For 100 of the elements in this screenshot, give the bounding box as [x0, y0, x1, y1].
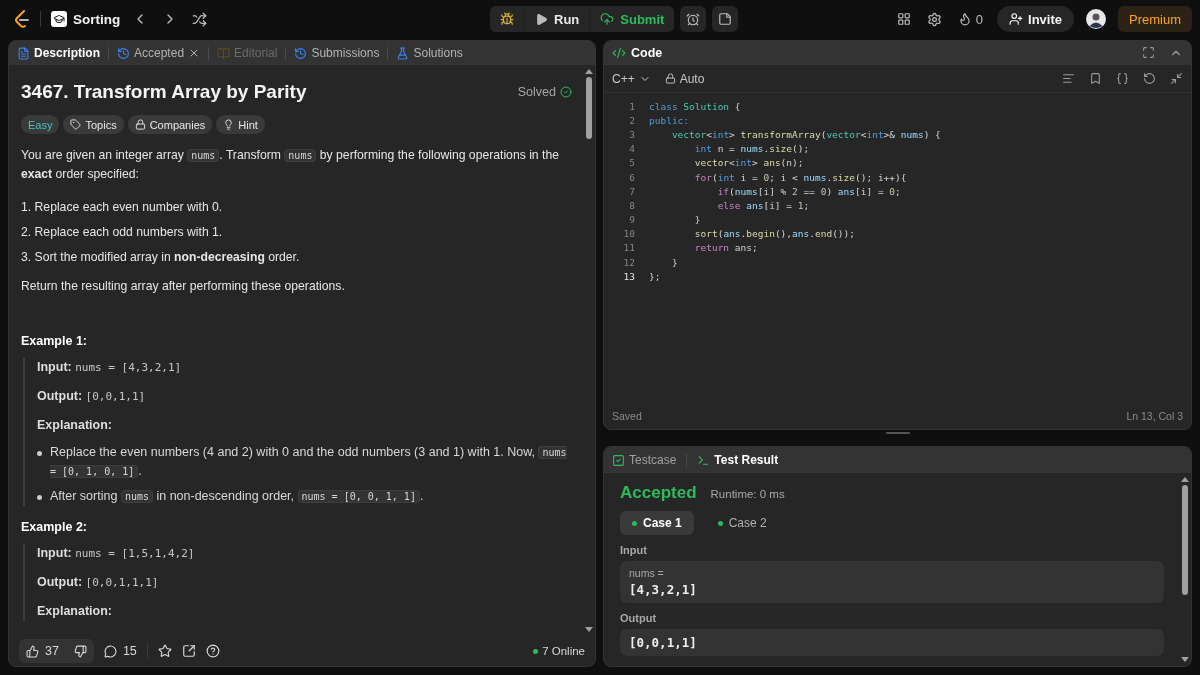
input-label: Input [620, 544, 648, 556]
output-value: [0,0,1,1] [629, 635, 698, 650]
premium-button[interactable]: Premium [1118, 6, 1192, 32]
example-title: Example 2: [21, 520, 88, 534]
note-button[interactable] [712, 6, 739, 32]
line-number: 8 [628, 199, 635, 211]
braces-icon[interactable] [1116, 72, 1129, 85]
line-number: 5 [628, 157, 635, 169]
scrollbar[interactable] [584, 69, 593, 632]
case-tab[interactable]: Case 1 [620, 511, 694, 535]
output-label: Output [620, 612, 658, 624]
thumbs-up-icon [26, 644, 39, 658]
auto-mode[interactable]: Auto [664, 71, 705, 86]
reset-icon[interactable] [1143, 72, 1156, 85]
scrollbar[interactable] [1180, 477, 1189, 662]
avatar-icon[interactable] [1086, 9, 1106, 29]
tag-button[interactable]: Companies [127, 115, 213, 134]
lightbulb-icon [223, 119, 235, 130]
example-output-text: Output: [0,0,1,1,1] [37, 574, 160, 591]
line-number: 11 [622, 242, 635, 254]
code-line: } [670, 256, 678, 268]
bullet-dot [37, 451, 42, 456]
tag-button[interactable]: Topics [63, 115, 124, 134]
help-button[interactable] [205, 644, 220, 658]
code-line: else ans[i] = 1; [716, 199, 810, 211]
save-status: Saved [612, 410, 642, 422]
thumbs-down-icon [73, 644, 87, 658]
step-text: 3. Sort the modified array in non-decreasing order. [21, 249, 301, 266]
panel-tab[interactable]: Solutions [394, 46, 465, 60]
document-icon [17, 46, 30, 60]
line-number: 4 [628, 143, 635, 155]
book-icon [217, 46, 231, 60]
invite-button[interactable]: Invite [997, 6, 1074, 32]
code-line: vector<int> transformArray(vector<int>& nums) { [670, 128, 941, 140]
panel-tab[interactable]: Test Result [697, 453, 779, 467]
case-tab[interactable]: Case 2 [705, 511, 779, 535]
comments-button[interactable]: 15 [103, 644, 137, 658]
problem-statement: You are given an integer array nums . Transform nums by performing the following operations in the exact order specified: [21, 147, 560, 183]
panel-tab[interactable]: Accepted [115, 46, 203, 60]
step-text: 1. Replace each even number with 0. [21, 199, 224, 216]
note-icon [718, 12, 733, 26]
checkbox-icon [612, 453, 625, 467]
line-number: 6 [628, 171, 635, 183]
explanation-label: Explanation: [37, 603, 113, 620]
language-select[interactable]: C++ [612, 71, 651, 86]
code-line: class Solution { [649, 100, 741, 112]
share-button[interactable] [181, 644, 196, 658]
line-number: 13 [622, 270, 635, 282]
format-icon[interactable] [1062, 72, 1075, 85]
code-line: vector<int> ans(n); [693, 157, 804, 169]
panel-tab[interactable]: Testcase [612, 453, 677, 467]
code-line: }; [649, 270, 661, 282]
explanation-text: Replace the even numbers (4 and 2) with 0 and the odd numbers (3 and 1) with 1. Now, nums = [0, 1, 0, 1] . [50, 444, 568, 480]
code-line: if(nums[i] % 2 == 0) ans[i] = 0; [716, 185, 901, 197]
history-icon [117, 46, 130, 60]
code-icon [612, 46, 626, 60]
explanation-text: After sorting nums in non-descending order, nums = [0, 0, 1, 1] . [50, 488, 424, 505]
bullet-dot [37, 495, 42, 500]
online-count: 7 Online [533, 645, 585, 657]
problem-list-link[interactable]: Sorting [51, 11, 121, 27]
tag-button[interactable]: Hint [216, 115, 265, 134]
problem-title: 3467. Transform Array by Parity [21, 81, 307, 103]
alarm-clock-button[interactable] [680, 6, 707, 32]
input-value: [4,3,2,1] [629, 582, 698, 597]
logo-icon[interactable] [14, 10, 30, 28]
tag-icon [70, 119, 82, 130]
play-icon [535, 12, 548, 26]
solved-status: Solved [517, 85, 572, 99]
code-line: } [693, 214, 701, 226]
example-input-text: Input: nums = [1,5,1,4,2] [37, 545, 196, 562]
panel-tab[interactable]: Description [15, 46, 102, 60]
bookmark-icon[interactable] [1089, 72, 1102, 85]
code-line: return ans; [693, 242, 758, 254]
explanation-label: Explanation: [37, 417, 113, 434]
lock-icon [664, 73, 676, 84]
line-number: 7 [628, 185, 635, 197]
example-title: Example 1: [21, 334, 88, 348]
minimize-icon[interactable] [1170, 72, 1183, 85]
terminal-icon [697, 453, 711, 467]
verdict-text: Accepted [620, 483, 697, 503]
run-button[interactable]: Run [525, 6, 590, 32]
example-output-text: Output: [0,0,1,1] [37, 388, 147, 405]
debug-button[interactable] [490, 6, 524, 32]
code-line: public: [649, 114, 690, 126]
line-number: 10 [622, 228, 635, 240]
streak-button[interactable]: 0 [955, 9, 985, 29]
cloud-upload-icon [600, 12, 615, 26]
history-icon [294, 46, 308, 60]
code-line: int n = nums.size(); [693, 143, 810, 155]
flame-icon [957, 12, 972, 26]
help-icon [205, 644, 220, 658]
panel-tab[interactable]: Submissions [292, 46, 382, 60]
code-line: sort(ans.begin(),ans.end()); [693, 228, 856, 240]
difficulty-tag[interactable]: Easy [21, 115, 60, 134]
line-number: 9 [628, 214, 635, 226]
fullscreen-icon[interactable] [1142, 46, 1155, 59]
submit-button[interactable]: Submit [590, 6, 675, 32]
line-number: 3 [628, 128, 635, 140]
example-input-text: Input: nums = [4,3,2,1] [37, 359, 183, 376]
favorite-button[interactable] [157, 644, 172, 658]
